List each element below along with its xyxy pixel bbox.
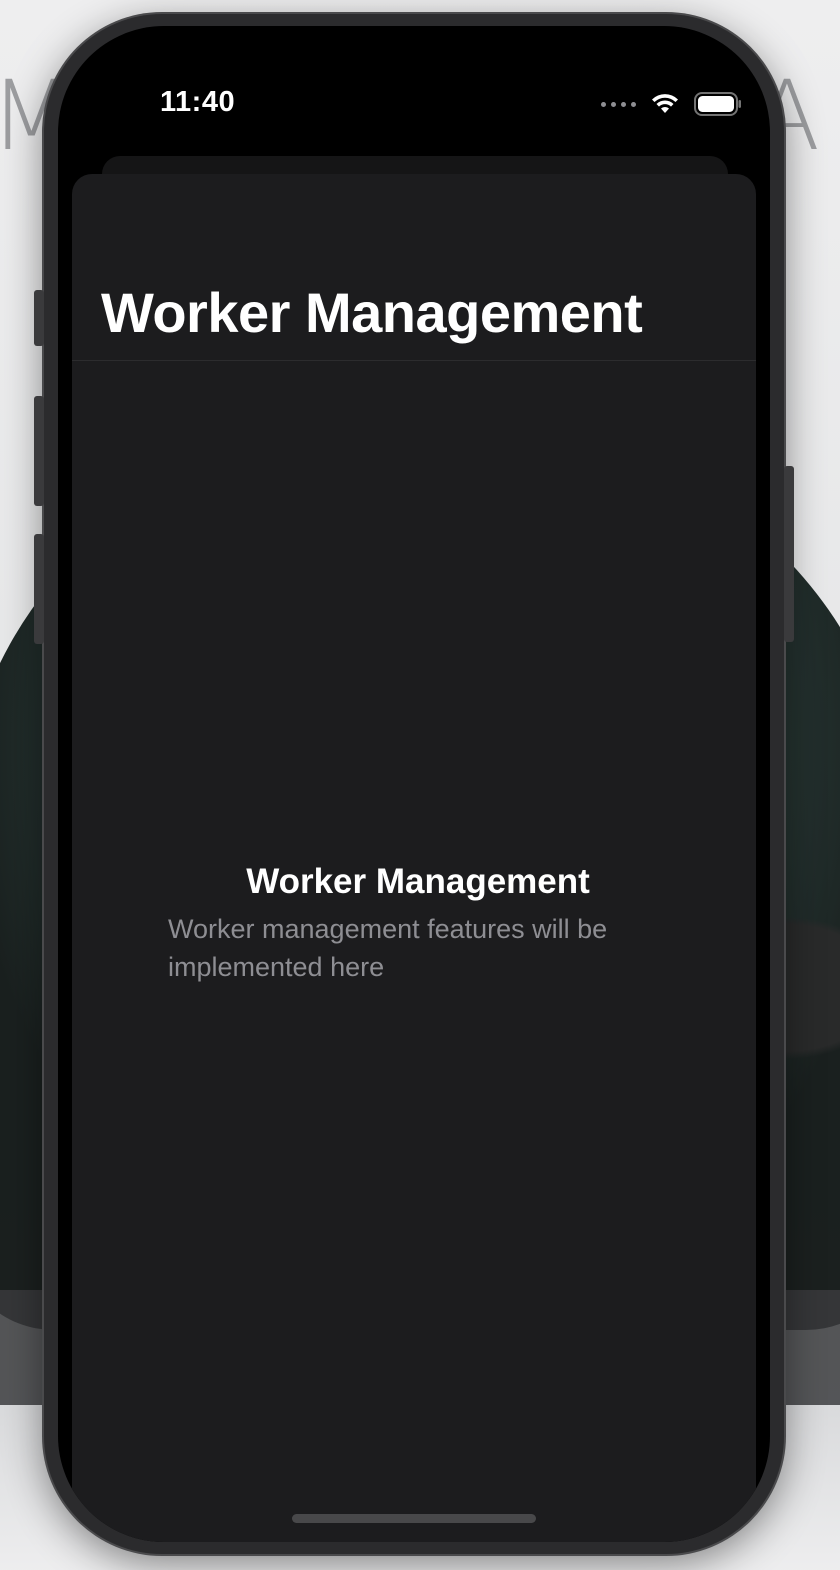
desktop-background: ME CA 11:40 bbox=[0, 0, 840, 1570]
signal-dots-icon bbox=[601, 101, 636, 107]
phone-screen: 11:40 Worker Management Worker Managemen… bbox=[58, 26, 770, 1542]
status-bar: 11:40 bbox=[58, 26, 770, 146]
empty-state-title: Worker Management bbox=[246, 862, 590, 901]
silent-switch bbox=[34, 290, 44, 346]
status-icons bbox=[601, 92, 742, 116]
battery-icon bbox=[694, 92, 741, 116]
nav-divider bbox=[72, 360, 756, 361]
power-button bbox=[784, 466, 794, 642]
empty-state: Worker Management Worker management feat… bbox=[168, 862, 658, 986]
modal-sheet: Worker Management Worker Management Work… bbox=[72, 174, 756, 1542]
volume-down-button bbox=[34, 534, 44, 644]
status-time: 11:40 bbox=[160, 86, 236, 118]
page-title: Worker Management bbox=[101, 281, 643, 344]
phone-frame: 11:40 Worker Management Worker Managemen… bbox=[34, 14, 794, 1554]
volume-up-button bbox=[34, 396, 44, 506]
wifi-icon bbox=[652, 94, 678, 113]
empty-state-description: Worker management features will be imple… bbox=[168, 914, 608, 982]
home-indicator[interactable] bbox=[292, 1514, 536, 1523]
